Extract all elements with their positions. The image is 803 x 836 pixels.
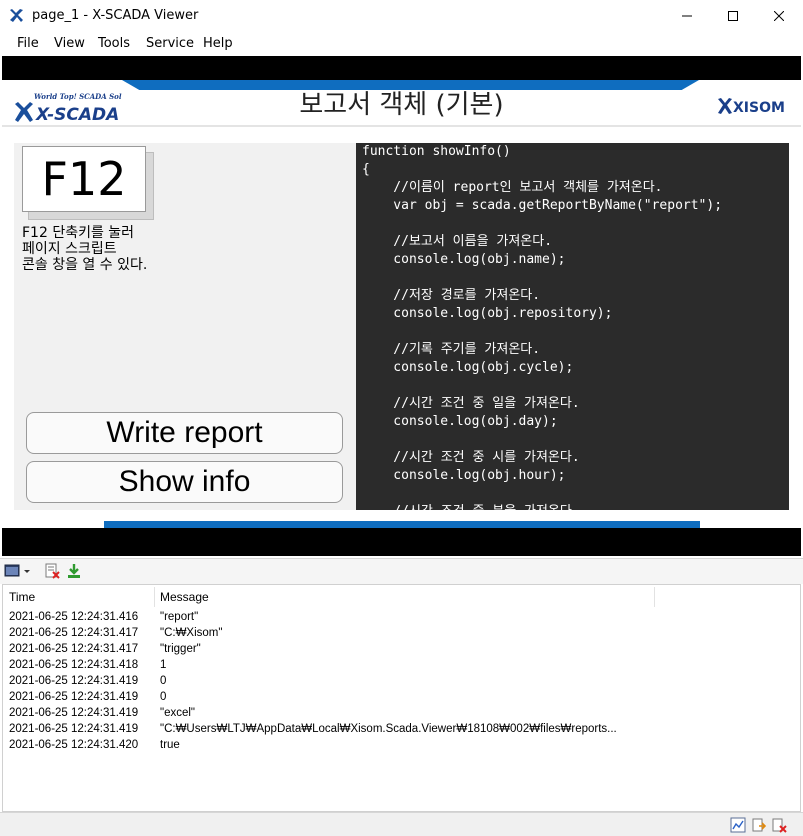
console-toolbar	[0, 558, 803, 584]
hint-line: 콘솔 창을 열 수 있다.	[22, 257, 148, 273]
menu-service[interactable]: Service	[146, 36, 194, 51]
row-time: 2021-06-25 12:24:31.418	[9, 659, 139, 671]
row-time: 2021-06-25 12:24:31.420	[9, 739, 139, 751]
header-divider	[2, 125, 801, 127]
f12-key-graphic: F12	[22, 146, 154, 220]
title-bar: page_1 - X-SCADA Viewer	[0, 0, 803, 32]
close-button[interactable]	[756, 0, 802, 32]
row-message: true	[160, 739, 180, 751]
column-header-message[interactable]: Message	[160, 590, 209, 604]
hint-line: 페이지 스크립트	[22, 241, 117, 257]
page-title: 보고서 객체 (기본)	[299, 90, 504, 120]
code-line: //시간 조건 중 일을 가져온다.	[362, 396, 580, 411]
row-message: 1	[160, 659, 167, 671]
row-message: "trigger"	[160, 643, 201, 655]
console-view-icon[interactable]	[4, 563, 20, 579]
table-row[interactable]: 2021-06-25 12:24:31.419 "excel"	[3, 707, 800, 723]
menu-bar: File View Tools Service Help	[0, 32, 803, 56]
chevron-down-icon[interactable]	[22, 563, 32, 579]
menu-help[interactable]: Help	[203, 36, 233, 51]
column-divider[interactable]	[154, 587, 155, 607]
column-header-time[interactable]: Time	[9, 590, 35, 604]
row-time: 2021-06-25 12:24:31.417	[9, 643, 139, 655]
code-line: //기록 주기를 가져온다.	[362, 342, 541, 357]
write-report-button[interactable]: Write report	[26, 412, 343, 454]
logo-right-text: XISOM	[733, 100, 785, 116]
download-log-icon[interactable]	[66, 563, 82, 579]
table-row[interactable]: 2021-06-25 12:24:31.417 "trigger"	[3, 643, 800, 659]
key-label: F12	[22, 146, 146, 212]
hint-line: F12 단축키를 눌러	[22, 225, 135, 241]
console-log-table[interactable]: Time Message 2021-06-25 12:24:31.416 "rep…	[2, 584, 801, 812]
code-line: console.log(obj.cycle);	[362, 360, 574, 375]
code-line: //보고서 이름을 가져온다.	[362, 234, 553, 249]
row-time: 2021-06-25 12:24:31.419	[9, 723, 139, 735]
menu-file[interactable]: File	[17, 36, 39, 51]
minimize-button[interactable]	[664, 0, 710, 32]
window-title: page_1 - X-SCADA Viewer	[32, 8, 199, 23]
code-line: var obj = scada.getReportByName("report"…	[362, 198, 723, 213]
row-message: 0	[160, 675, 167, 687]
chart-icon[interactable]	[730, 817, 746, 833]
table-row[interactable]: 2021-06-25 12:24:31.417 "C:₩Xisom"	[3, 627, 800, 643]
row-message: "excel"	[160, 707, 196, 719]
code-line: function showInfo()	[362, 144, 511, 159]
scada-page: World Top! SCADA Solution X-SCADA 보고서 객체…	[2, 80, 801, 528]
maximize-button[interactable]	[710, 0, 756, 32]
row-time: 2021-06-25 12:24:31.419	[9, 691, 139, 703]
show-info-button[interactable]: Show info	[26, 461, 343, 503]
code-line: console.log(obj.name);	[362, 252, 566, 267]
info-panel: F12 F12 단축키를 눌러 페이지 스크립트 콘솔 창을 열 수 있다. W…	[14, 143, 356, 510]
status-bar	[0, 812, 803, 836]
clear-log-icon[interactable]	[44, 563, 60, 579]
row-time: 2021-06-25 12:24:31.419	[9, 707, 139, 719]
hint-text: F12 단축키를 눌러 페이지 스크립트 콘솔 창을 열 수 있다.	[22, 225, 147, 273]
row-message: "report"	[160, 611, 199, 623]
code-line: //이름이 report인 보고서 객체를 가져온다.	[362, 180, 663, 195]
page-viewer: World Top! SCADA Solution X-SCADA 보고서 객체…	[2, 56, 801, 556]
code-line: console.log(obj.hour);	[362, 468, 566, 483]
menu-view[interactable]: View	[54, 36, 85, 51]
code-line: {	[362, 162, 370, 177]
delete-icon[interactable]	[771, 817, 787, 833]
code-line: console.log(obj.day);	[362, 414, 558, 429]
row-time: 2021-06-25 12:24:31.416	[9, 611, 139, 623]
table-row[interactable]: 2021-06-25 12:24:31.416 "report"	[3, 611, 800, 627]
column-divider[interactable]	[654, 587, 655, 607]
maximize-icon	[728, 11, 738, 21]
code-line: //시간 조건 중 시를 가져온다.	[362, 450, 580, 465]
footer-accent-stripe	[104, 521, 700, 528]
row-time: 2021-06-25 12:24:31.419	[9, 675, 139, 687]
minimize-icon	[682, 15, 692, 17]
row-time: 2021-06-25 12:24:31.417	[9, 627, 139, 639]
code-line: //시간 조건 중 분을 가져온다.	[362, 503, 579, 510]
close-icon	[774, 11, 784, 21]
table-header: Time Message	[3, 585, 800, 609]
export-icon[interactable]	[751, 817, 767, 833]
row-message: 0	[160, 691, 167, 703]
menu-tools[interactable]: Tools	[98, 36, 130, 51]
xisom-logo: XISOM	[718, 98, 785, 116]
table-row[interactable]: 2021-06-25 12:24:31.419 0	[3, 691, 800, 707]
table-row[interactable]: 2021-06-25 12:24:31.419 "C:₩Users₩LTJ₩App…	[3, 723, 800, 739]
table-row[interactable]: 2021-06-25 12:24:31.418 1	[3, 659, 800, 675]
code-line: console.log(obj.repository);	[362, 306, 613, 321]
xscada-app-icon	[10, 9, 23, 22]
code-panel: function showInfo() { //이름이 report인 보고서 객…	[356, 143, 789, 510]
row-message: "C:₩Xisom"	[160, 627, 223, 639]
code-line: //저장 경로를 가져온다.	[362, 288, 541, 303]
table-row[interactable]: 2021-06-25 12:24:31.419 0	[3, 675, 800, 691]
table-row[interactable]: 2021-06-25 12:24:31.420 true	[3, 739, 800, 755]
row-message: "C:₩Users₩LTJ₩AppData₩Local₩Xisom.Scada.…	[160, 723, 617, 735]
